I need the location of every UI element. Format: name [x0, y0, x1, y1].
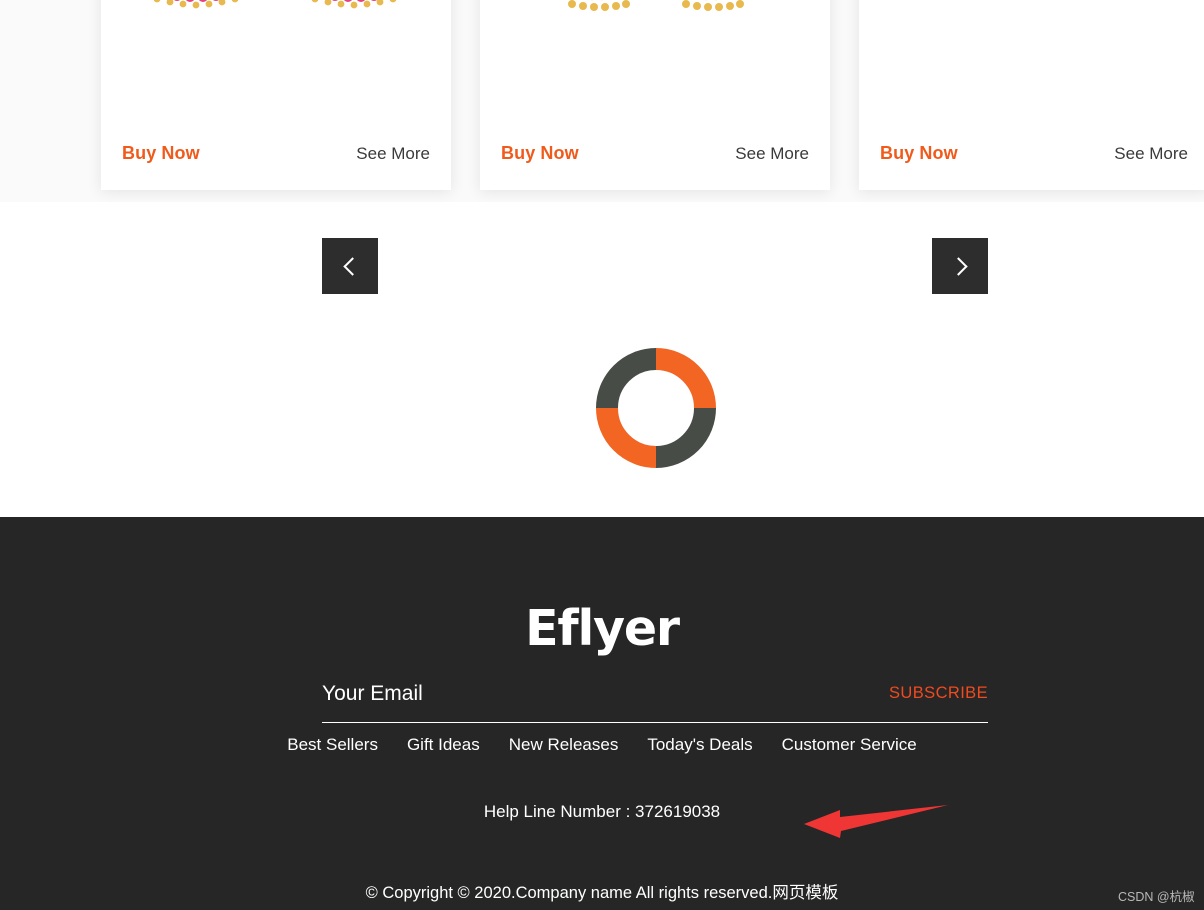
footer-link-gift-ideas[interactable]: Gift Ideas	[407, 735, 480, 755]
footer-link-todays-deals[interactable]: Today's Deals	[647, 735, 752, 755]
chevron-left-icon	[342, 256, 362, 276]
site-footer: Eflyer SUBSCRIBE Best Sellers Gift Ideas…	[0, 517, 1204, 910]
product-image	[480, 0, 830, 66]
copyright-text: © Copyright © 2020.Company name All righ…	[365, 884, 839, 902]
email-input[interactable]	[322, 681, 802, 706]
red-arrow-left-annotation-icon	[804, 805, 948, 838]
product-card-list: Buy Now See More Buy Now See More Buy No…	[101, 0, 1204, 190]
product-card-actions: Buy Now See More	[122, 143, 430, 164]
product-card[interactable]: Buy Now See More	[101, 0, 451, 190]
earring-gold-jhumka-icon	[568, 0, 630, 11]
bangle-pink-gold-icon	[153, 0, 239, 9]
footer-nav: Best Sellers Gift Ideas New Releases Tod…	[0, 735, 1204, 755]
product-image	[101, 0, 451, 66]
footer-link-best-sellers[interactable]: Best Sellers	[287, 735, 378, 755]
loading-area	[0, 300, 1204, 517]
chevron-right-icon	[948, 256, 968, 276]
subscribe-button[interactable]: SUBSCRIBE	[889, 684, 988, 703]
footer-link-customer-service[interactable]: Customer Service	[782, 735, 917, 755]
csdn-watermark: CSDN @杭椒	[1118, 890, 1195, 904]
helpline-row: Help Line Number : 372619038	[0, 802, 1204, 838]
product-card-actions: Buy Now See More	[501, 143, 809, 164]
loading-spinner-icon	[596, 348, 716, 468]
product-card[interactable]: Buy Now See More	[859, 0, 1204, 190]
product-image	[859, 0, 1204, 66]
footer-logo: Eflyer	[525, 600, 680, 657]
see-more-link[interactable]: See More	[1114, 144, 1188, 164]
carousel-prev-button[interactable]	[322, 238, 378, 294]
see-more-link[interactable]: See More	[735, 144, 809, 164]
helpline-text: Help Line Number : 372619038	[483, 802, 721, 821]
buy-now-button[interactable]: Buy Now	[122, 143, 200, 164]
see-more-link[interactable]: See More	[356, 144, 430, 164]
bangle-pink-gold-icon	[311, 0, 397, 9]
buy-now-button[interactable]: Buy Now	[880, 143, 958, 164]
buy-now-button[interactable]: Buy Now	[501, 143, 579, 164]
product-card[interactable]: Buy Now See More	[480, 0, 830, 190]
carousel-controls	[0, 238, 1204, 296]
earring-gold-jhumka-icon	[682, 0, 744, 11]
newsletter-subscribe-row: SUBSCRIBE	[322, 665, 988, 723]
carousel-next-button[interactable]	[932, 238, 988, 294]
product-card-actions: Buy Now See More	[880, 143, 1188, 164]
footer-link-new-releases[interactable]: New Releases	[509, 735, 619, 755]
products-carousel-section: Buy Now See More Buy Now See More Buy No…	[0, 0, 1204, 202]
